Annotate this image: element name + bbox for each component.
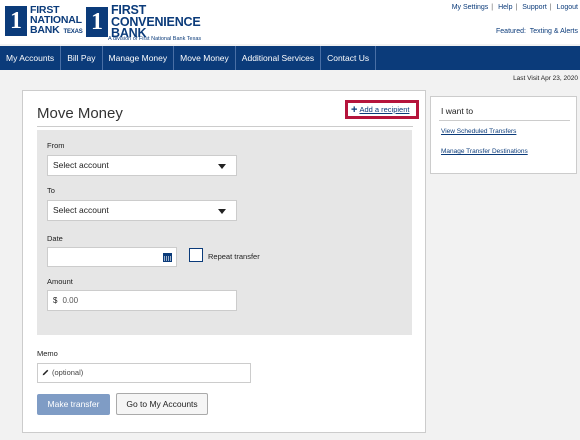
featured: Featured: Texting & Alerts <box>496 28 578 35</box>
to-account-value: Select account <box>53 205 109 215</box>
header: 1 FIRST NATIONAL BANK TEXAS 1 FIRST CONVE… <box>0 0 580 44</box>
nav-additional-services[interactable]: Additional Services <box>236 46 322 70</box>
memo-label: Memo <box>37 349 58 358</box>
logo-mark: 1 <box>86 7 108 38</box>
repeat-transfer-label: Repeat transfer <box>208 252 260 261</box>
manage-transfer-destinations-link[interactable]: Manage Transfer Destinations <box>441 148 528 155</box>
go-to-my-accounts-button[interactable]: Go to My Accounts <box>116 393 208 415</box>
memo-input[interactable]: (optional) <box>37 363 251 383</box>
nav-contact-us[interactable]: Contact Us <box>321 46 377 70</box>
main-nav: My Accounts Bill Pay Manage Money Move M… <box>0 46 580 70</box>
calendar-icon[interactable] <box>163 253 172 262</box>
currency-symbol: $ <box>53 296 58 305</box>
nav-move-money[interactable]: Move Money <box>174 46 236 70</box>
i-want-to-title: I want to <box>441 106 474 116</box>
date-input[interactable] <box>47 247 177 267</box>
divider <box>37 126 413 127</box>
logo-word: BANK <box>30 24 60 36</box>
amount-input[interactable]: $0.00 <box>47 290 237 311</box>
from-account-select[interactable]: Select account <box>47 155 237 176</box>
divider <box>439 120 570 121</box>
move-money-panel: Move Money + Add a recipient From Select … <box>22 90 426 433</box>
from-label: From <box>47 141 65 150</box>
nav-my-accounts[interactable]: My Accounts <box>0 46 62 70</box>
division-note: A division of First National Bank Texas <box>108 36 202 42</box>
last-visit: Last Visit Apr 23, 2020 <box>513 75 578 82</box>
my-settings-link[interactable]: My Settings <box>452 4 489 11</box>
memo-placeholder: (optional) <box>52 368 84 377</box>
first-convenience-bank-logo[interactable]: 1 FIRST CONVENIENCE BANK <box>86 4 201 40</box>
texting-alerts-link[interactable]: Texting & Alerts <box>530 28 578 35</box>
logo-mark: 1 <box>5 6 27 36</box>
to-label: To <box>47 186 55 195</box>
featured-label: Featured: <box>496 28 526 35</box>
amount-label: Amount <box>47 277 73 286</box>
utility-links: My Settings | Help | Support | Logout <box>451 4 578 11</box>
support-link[interactable]: Support <box>522 4 547 11</box>
logout-link[interactable]: Logout <box>557 4 578 11</box>
logo-text: FIRST CONVENIENCE BANK <box>111 4 201 40</box>
to-account-select[interactable]: Select account <box>47 200 237 221</box>
i-want-to-panel: I want to View Scheduled Transfers Manag… <box>430 96 577 174</box>
nav-manage-money[interactable]: Manage Money <box>103 46 175 70</box>
page-title: Move Money <box>37 105 123 122</box>
from-account-value: Select account <box>53 160 109 170</box>
add-recipient-label: Add a recipient <box>359 105 410 114</box>
transfer-form: From Select account To Select account Da… <box>37 130 412 335</box>
add-recipient-button[interactable]: + Add a recipient <box>345 100 419 119</box>
chevron-down-icon <box>218 209 226 214</box>
repeat-transfer-checkbox[interactable] <box>189 248 203 262</box>
chevron-down-icon <box>218 164 226 169</box>
view-scheduled-transfers-link[interactable]: View Scheduled Transfers <box>441 128 516 135</box>
date-label: Date <box>47 234 63 243</box>
help-link[interactable]: Help <box>498 4 512 11</box>
nav-bill-pay[interactable]: Bill Pay <box>61 46 103 70</box>
logo-text: FIRST NATIONAL BANK TEXAS <box>30 5 83 37</box>
make-transfer-button[interactable]: Make transfer <box>37 394 110 415</box>
logo-suffix: TEXAS <box>63 29 83 35</box>
amount-value: 0.00 <box>62 296 79 305</box>
pencil-icon <box>42 369 49 376</box>
plus-icon: + <box>351 104 358 116</box>
first-national-bank-logo[interactable]: 1 FIRST NATIONAL BANK TEXAS <box>5 5 83 37</box>
logo-line: BANK TEXAS <box>30 25 83 37</box>
